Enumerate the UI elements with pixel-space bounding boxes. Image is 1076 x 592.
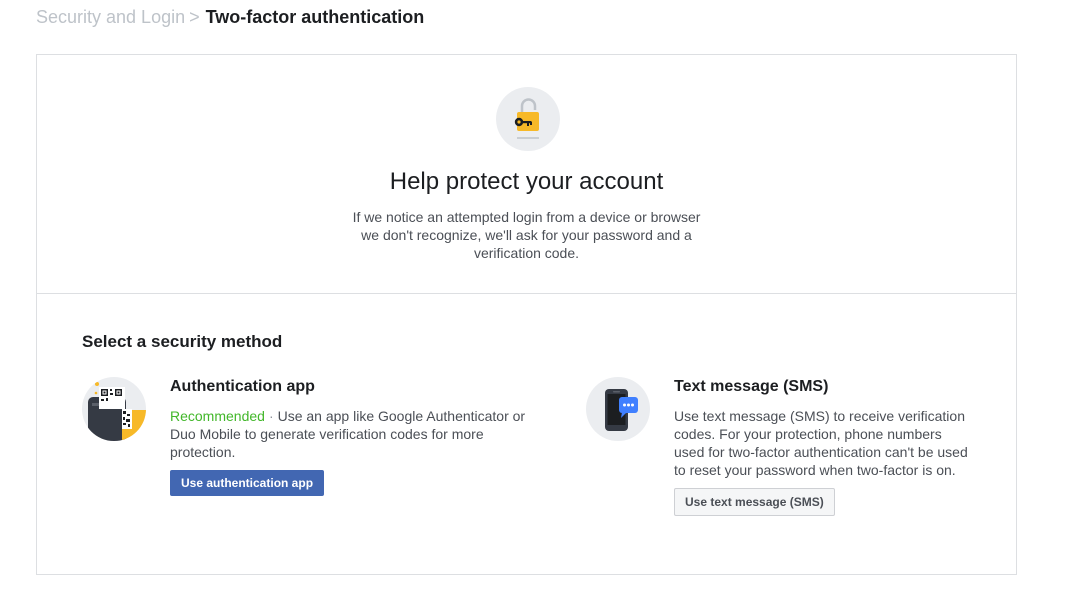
hero-section: Help protect your account If we notice a… (37, 55, 1016, 294)
method-authentication-app: Authentication app Recommended · Use an ap… (82, 377, 542, 507)
method-description-authentication-app: Recommended · Use an app like Google Authe… (170, 407, 534, 461)
method-title-authentication-app: Authentication app (170, 378, 315, 395)
phone-sms-icon (586, 377, 650, 441)
breadcrumb-parent-link[interactable]: Security and Login (36, 7, 185, 27)
breadcrumb-separator: > (189, 7, 200, 27)
two-factor-card: Help protect your account If we notice a… (36, 54, 1017, 575)
use-text-message-button[interactable]: Use text message (SMS) (674, 488, 835, 516)
padlock-key-icon (496, 87, 560, 151)
recommended-label: Recommended (170, 408, 265, 424)
method-title-text-message: Text message (SMS) (674, 378, 829, 395)
authenticator-phone-qr-icon (82, 377, 146, 441)
method-text-message: Text message (SMS) Use text message (SMS… (586, 377, 1006, 527)
use-authentication-app-button[interactable]: Use authentication app (170, 470, 325, 496)
method-description-text-message: Use text message (SMS) to receive verifi… (674, 408, 968, 478)
hero-description: If we notice an attempted login from a d… (352, 209, 701, 261)
dot-separator: · (268, 408, 274, 424)
breadcrumb: Security and Login > Two-factor authentica… (36, 6, 424, 28)
hero-title: Help protect your account (389, 168, 664, 195)
breadcrumb-current: Two-factor authentication (205, 7, 425, 27)
section-title: Select a security method (82, 332, 283, 351)
